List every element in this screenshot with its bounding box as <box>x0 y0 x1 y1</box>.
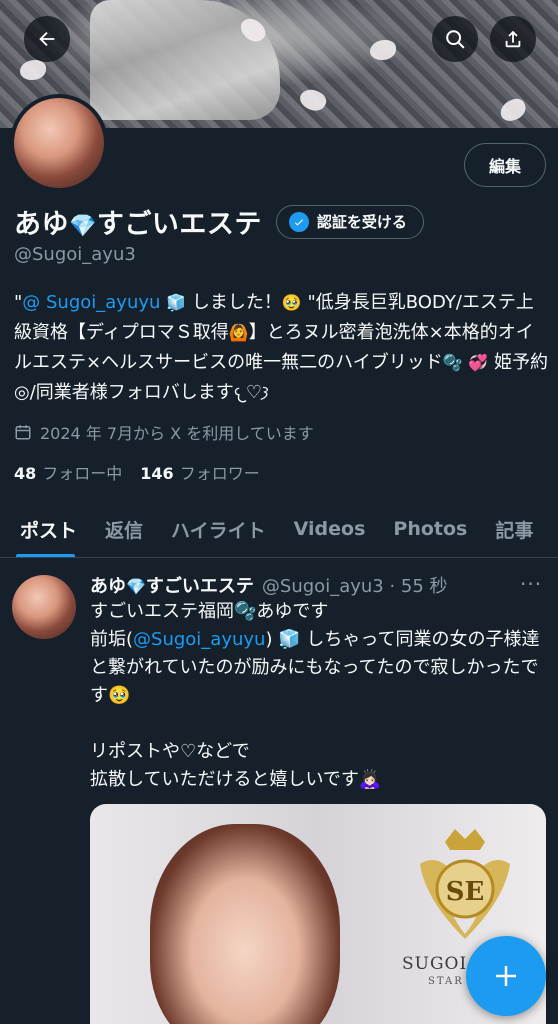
media-portrait <box>150 824 340 1024</box>
bio-mention-link[interactable]: @ Sugoi_ayuyu <box>22 292 160 313</box>
tab-videos[interactable]: Videos <box>280 500 380 557</box>
search-icon <box>446 30 465 49</box>
post-line: 拡散していただけると嬉しいです🙇🏻‍♀️ <box>90 769 382 790</box>
banner-petal <box>20 60 46 80</box>
tab-replies[interactable]: 返信 <box>91 500 157 557</box>
follow-stats: 48 フォロー中 146 フォロワー <box>14 460 260 484</box>
share-button[interactable] <box>490 16 536 62</box>
ok-gesture-emoji: 🙆 <box>228 323 249 342</box>
back-button[interactable] <box>24 16 70 62</box>
joined-label: 2024 年 7月から X を利用しています <box>40 424 314 443</box>
tab-articles[interactable]: 記事 <box>481 500 547 557</box>
banner-petal <box>497 96 529 124</box>
joined-date: 2024 年 7月から X を利用しています <box>14 420 314 444</box>
display-name: あゆ💎すごいエステ <box>14 202 262 241</box>
plus-icon <box>496 966 516 986</box>
ice-emoji: 🧊 <box>166 293 187 312</box>
following-link[interactable]: 48 フォロー中 <box>14 460 122 484</box>
hearts-emoji: 💞 <box>468 353 489 372</box>
verified-badge-icon <box>288 211 309 232</box>
banner-petal <box>370 40 396 60</box>
followers-count: 146 <box>140 464 174 483</box>
get-verified-label: 認証を受ける <box>316 213 407 231</box>
tab-posts[interactable]: ポスト <box>0 500 91 557</box>
post-author-name[interactable]: あゆ💎すごいエステ <box>90 572 254 598</box>
post-line: すごいエステ福岡🫧あゆです <box>90 601 329 622</box>
following-label: フォロー中 <box>42 464 123 483</box>
gem-emoji: 💎 <box>126 577 146 596</box>
get-verified-button[interactable]: 認証を受ける <box>275 204 424 239</box>
profile-handle: @Sugoi_ayu3 <box>14 244 136 265</box>
post-header: あゆ💎すごいエステ @Sugoi_ayu3 · 55 秒 <box>90 572 448 598</box>
post-author-name-part: すごいエステ <box>145 576 254 597</box>
svg-text:SE: SE <box>446 877 485 907</box>
brand-logo-icon: SE <box>420 829 510 939</box>
post-avatar[interactable] <box>12 575 76 639</box>
display-name-part: すごいエステ <box>96 209 262 240</box>
post-text: すごいエステ福岡🫧あゆです 前垢(@Sugoi_ayuyu) 🧊 しちゃって同業… <box>90 598 550 794</box>
compose-post-button[interactable] <box>466 936 546 1016</box>
bubbles-emoji: 🫧 <box>442 353 463 372</box>
post-mention-link[interactable]: @Sugoi_ayuyu <box>133 629 265 650</box>
post-author-name-part: あゆ <box>90 576 126 597</box>
gem-emoji: 💎 <box>69 214 97 239</box>
profile-tabs: ポスト 返信 ハイライト Videos Photos 記事 <box>0 500 558 558</box>
search-button[interactable] <box>432 16 478 62</box>
more-options-icon[interactable]: ··· <box>520 572 542 596</box>
tab-highlights[interactable]: ハイライト <box>157 500 280 557</box>
post-text-part: 前垢( <box>90 629 134 650</box>
edit-profile-button[interactable]: 編集 <box>464 143 546 187</box>
profile-avatar[interactable] <box>10 94 108 192</box>
post-line: リポストや♡などで <box>90 741 250 762</box>
followers-link[interactable]: 146 フォロワー <box>140 460 259 484</box>
banner-petal <box>296 84 330 116</box>
profile-bio: "@ Sugoi_ayuyu 🧊 しました！🥹 "低身長巨乳BODY/エステ上級… <box>14 288 550 408</box>
bio-text: しました！ <box>191 292 282 313</box>
post-meta: @Sugoi_ayu3 · 55 秒 <box>261 576 448 597</box>
post-line: 前垢(@Sugoi_ayuyu) 🧊 しちゃって同業の女の子様達と繋がれていたの… <box>90 626 550 710</box>
followers-label: フォロワー <box>179 464 260 483</box>
profile-name-row: あゆ💎すごいエステ 認証を受ける <box>14 202 424 241</box>
display-name-part: あゆ <box>14 209 69 240</box>
share-icon <box>505 30 521 48</box>
avatar-image <box>14 98 104 188</box>
pleading-face-emoji: 🥹 <box>281 293 302 312</box>
tab-photos[interactable]: Photos <box>379 500 481 557</box>
arrow-left-icon <box>39 31 55 47</box>
calendar-icon <box>15 425 31 440</box>
following-count: 48 <box>14 464 37 483</box>
